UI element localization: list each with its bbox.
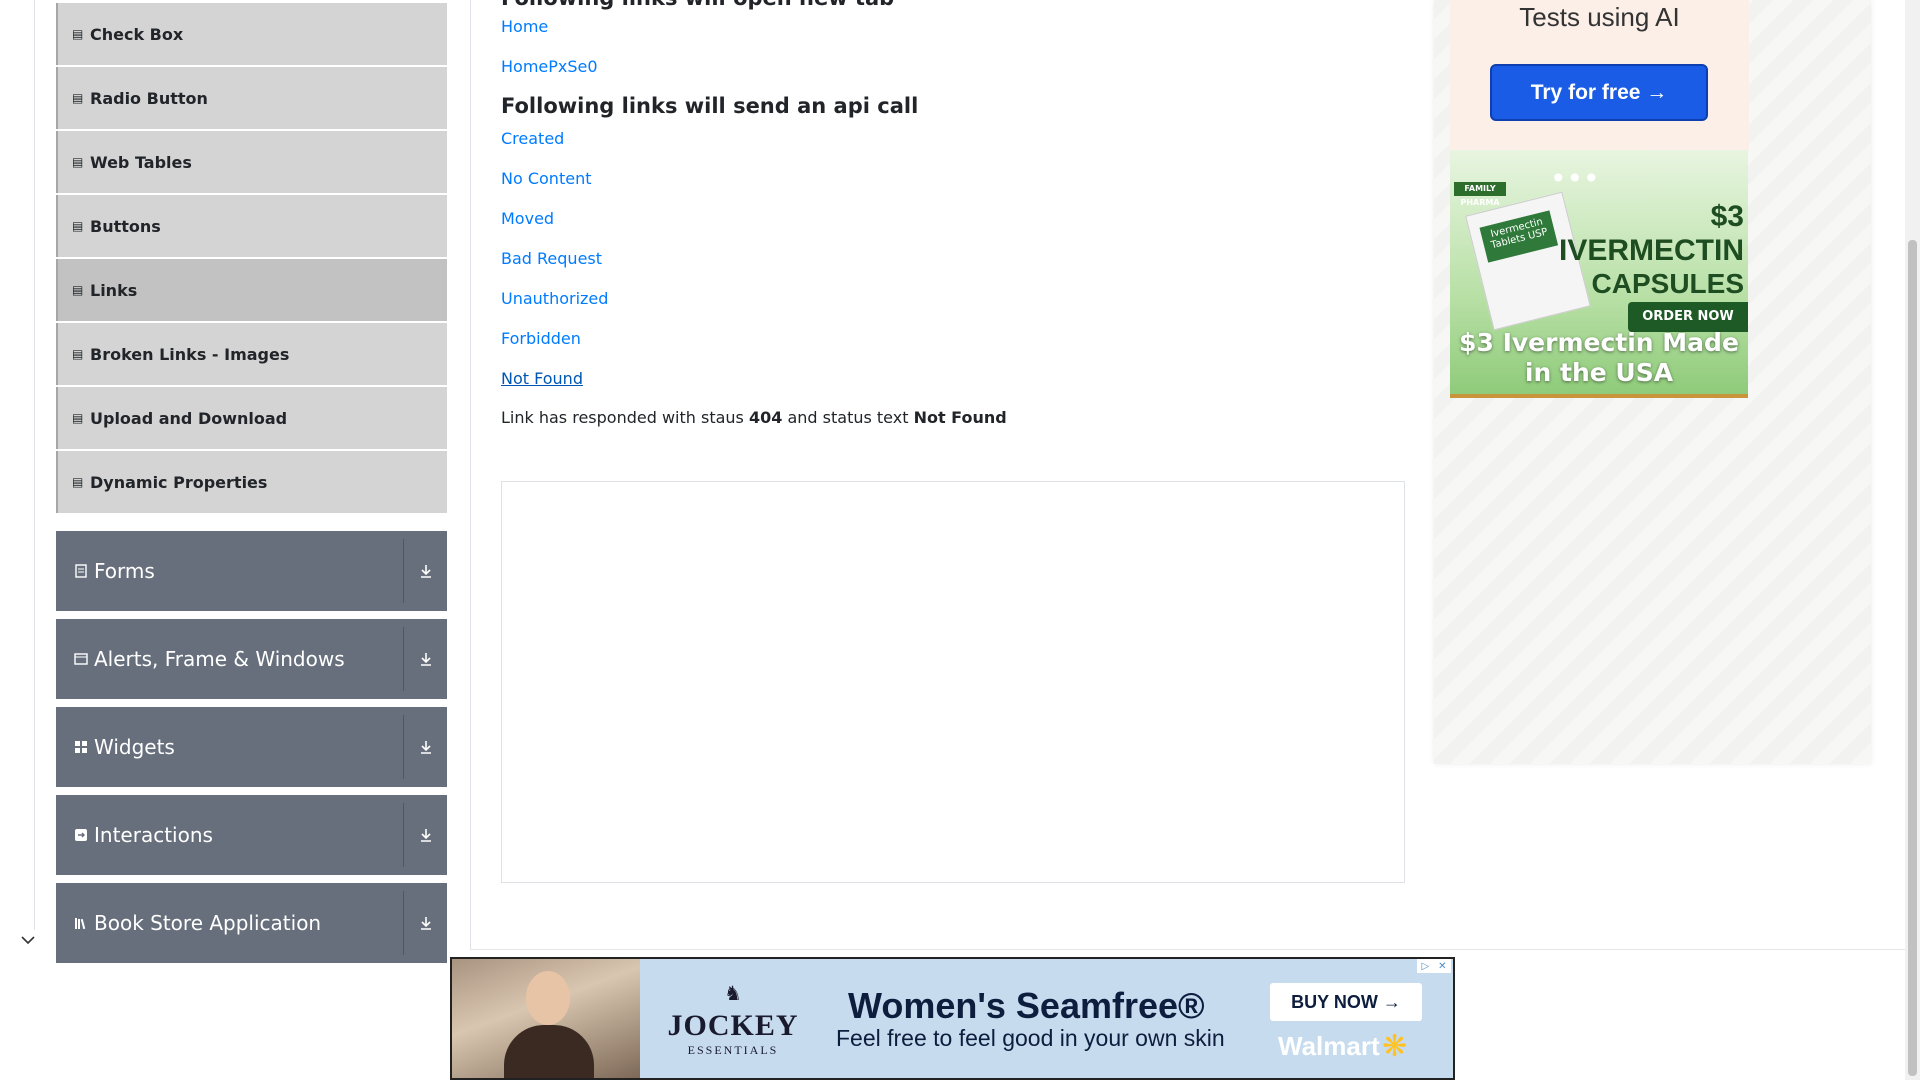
buy-now-button[interactable]: BUY NOW → xyxy=(1270,983,1422,1021)
ad-choices-icon[interactable]: ▷ ✕ xyxy=(1417,959,1451,973)
ad-title: Tests using AI xyxy=(1519,2,1680,32)
sidebar-item-check-box[interactable]: ▤ Check Box xyxy=(56,3,447,65)
left-rule xyxy=(34,0,35,930)
sidebar-item-upload-download[interactable]: ▤ Upload and Download xyxy=(56,387,447,449)
right-ad-column: Tests using AI Try for free → ••• FAMILY… xyxy=(1434,0,1871,764)
list-icon: ▤ xyxy=(72,27,84,41)
expand-arrow-icon[interactable] xyxy=(404,531,447,611)
ad-headline: $3 Ivermectin Made in the USA xyxy=(1459,328,1739,387)
price-line-2: IVERMECTIN xyxy=(1558,234,1744,267)
expand-arrow-icon[interactable] xyxy=(404,883,447,963)
link-home[interactable]: Home xyxy=(501,17,548,36)
expand-arrow-icon[interactable] xyxy=(404,795,447,875)
group-label: Alerts, Frame & Windows xyxy=(94,647,345,671)
link-not-found[interactable]: Not Found xyxy=(501,369,583,388)
group-forms[interactable]: Forms xyxy=(56,531,447,611)
response-middle: and status text xyxy=(787,408,909,427)
collapse-chevron-icon[interactable] xyxy=(0,924,56,956)
group-label: Widgets xyxy=(94,735,175,759)
sidebar-item-label: Upload and Download xyxy=(90,408,288,428)
product-box-label: Ivermectin Tablets USP xyxy=(1479,210,1559,263)
expand-arrow-icon[interactable] xyxy=(404,619,447,699)
brand-sub: ESSENTIALS xyxy=(687,1043,779,1057)
ad-brand: FAMILY PHARMA xyxy=(1454,182,1506,207)
link-bad-request[interactable]: Bad Request xyxy=(501,249,602,268)
link-response: Link has responded with staus 404 and st… xyxy=(501,408,1007,427)
list-icon: ▤ xyxy=(72,411,84,425)
ad-price: $3 IVERMECTIN CAPSULES xyxy=(1559,200,1744,300)
group-label: Book Store Application xyxy=(94,911,322,935)
price-line-1: $3 xyxy=(1710,200,1744,233)
sidebar-item-label: Buttons xyxy=(90,216,161,236)
window-icon xyxy=(74,653,88,665)
group-widgets[interactable]: Widgets xyxy=(56,707,447,787)
list-icon: ▤ xyxy=(72,347,84,361)
page: ▤ Check Box ▤ Radio Button ▤ Web Tables … xyxy=(0,0,1920,1080)
walmart-spark-icon: ❋ xyxy=(1382,1029,1408,1064)
sidebar-item-label: Check Box xyxy=(90,24,184,44)
response-prefix: Link has responded with staus xyxy=(501,408,744,427)
sidebar-item-broken-links[interactable]: ▤ Broken Links - Images xyxy=(56,323,447,385)
sidebar-item-radio-button[interactable]: ▤ Radio Button xyxy=(56,67,447,129)
group-label: Interactions xyxy=(94,823,213,847)
sidebar-item-label: Links xyxy=(90,280,138,300)
link-forbidden[interactable]: Forbidden xyxy=(501,329,581,348)
try-for-free-button[interactable]: Try for free → xyxy=(1490,64,1708,121)
group-interactions[interactable]: Interactions xyxy=(56,795,447,875)
document-icon xyxy=(75,564,87,578)
brand-name: JOCKEY xyxy=(667,1009,799,1042)
link-unauthorized[interactable]: Unauthorized xyxy=(501,289,608,308)
group-label: Forms xyxy=(94,559,155,583)
sidebar-item-label: Web Tables xyxy=(90,152,192,172)
banner-subtagline: Feel free to feel good in your own skin xyxy=(836,1025,1225,1051)
ad-placeholder-frame xyxy=(501,481,1405,883)
jockey-mark-icon: ♞ xyxy=(724,983,742,1005)
group-alerts-frame-windows[interactable]: Alerts, Frame & Windows xyxy=(56,619,447,699)
photo-body xyxy=(504,1025,594,1078)
footer-divider xyxy=(470,949,1905,950)
link-no-content[interactable]: No Content xyxy=(501,169,591,188)
sidebar-item-web-tables[interactable]: ▤ Web Tables xyxy=(56,131,447,193)
list-icon: ▤ xyxy=(72,283,84,297)
interaction-icon xyxy=(75,829,87,841)
list-icon: ▤ xyxy=(72,475,84,489)
expand-arrow-icon[interactable] xyxy=(404,707,447,787)
link-moved[interactable]: Moved xyxy=(501,209,554,228)
banner-tagline: Women's Seamfree® xyxy=(848,985,1205,1026)
sidebar-item-label: Broken Links - Images xyxy=(90,344,290,364)
scrollbar-thumb[interactable] xyxy=(1908,240,1917,1076)
photo-head xyxy=(526,971,570,1025)
sidebar-item-buttons[interactable]: ▤ Buttons xyxy=(56,195,447,257)
retailer-logo: Walmart xyxy=(1278,1031,1380,1061)
list-icon: ▤ xyxy=(72,91,84,105)
sidebar-item-label: Radio Button xyxy=(90,88,208,108)
ad-info-icon[interactable]: ▷ xyxy=(1421,961,1429,972)
model-photo xyxy=(452,959,640,1078)
heading-api-call: Following links will send an api call xyxy=(501,94,919,118)
link-home-dynamic[interactable]: HomePxSe0 xyxy=(501,57,598,76)
link-created[interactable]: Created xyxy=(501,129,564,148)
ad-ai-tests[interactable]: Tests using AI Try for free → xyxy=(1450,0,1749,150)
main-rule xyxy=(470,0,471,950)
sidebar-item-dynamic-properties[interactable]: ▤ Dynamic Properties xyxy=(56,451,447,513)
pills-icon: ••• xyxy=(1550,162,1600,195)
books-icon xyxy=(75,918,86,930)
ad-close-icon[interactable]: ✕ xyxy=(1438,961,1446,972)
response-status-code: 404 xyxy=(748,408,783,427)
ad-ivermectin[interactable]: ••• FAMILY PHARMA Ivermectin Tablets USP… xyxy=(1450,150,1748,398)
sidebar-item-label: Dynamic Properties xyxy=(90,472,268,492)
jockey-logo: ♞ JOCKEY ESSENTIALS xyxy=(658,983,808,1058)
bottom-banner-ad[interactable]: ♞ JOCKEY ESSENTIALS Women's Seamfree® Fe… xyxy=(450,957,1455,1080)
price-line-3: CAPSULES xyxy=(1591,268,1744,299)
group-book-store[interactable]: Book Store Application xyxy=(56,883,447,963)
list-icon: ▤ xyxy=(72,219,84,233)
response-status-text: Not Found xyxy=(913,408,1007,427)
sidebar-item-links[interactable]: ▤ Links xyxy=(56,259,447,321)
list-icon: ▤ xyxy=(72,155,84,169)
heading-new-tab: Following links will open new tab xyxy=(501,0,894,10)
grid-icon xyxy=(75,741,87,753)
